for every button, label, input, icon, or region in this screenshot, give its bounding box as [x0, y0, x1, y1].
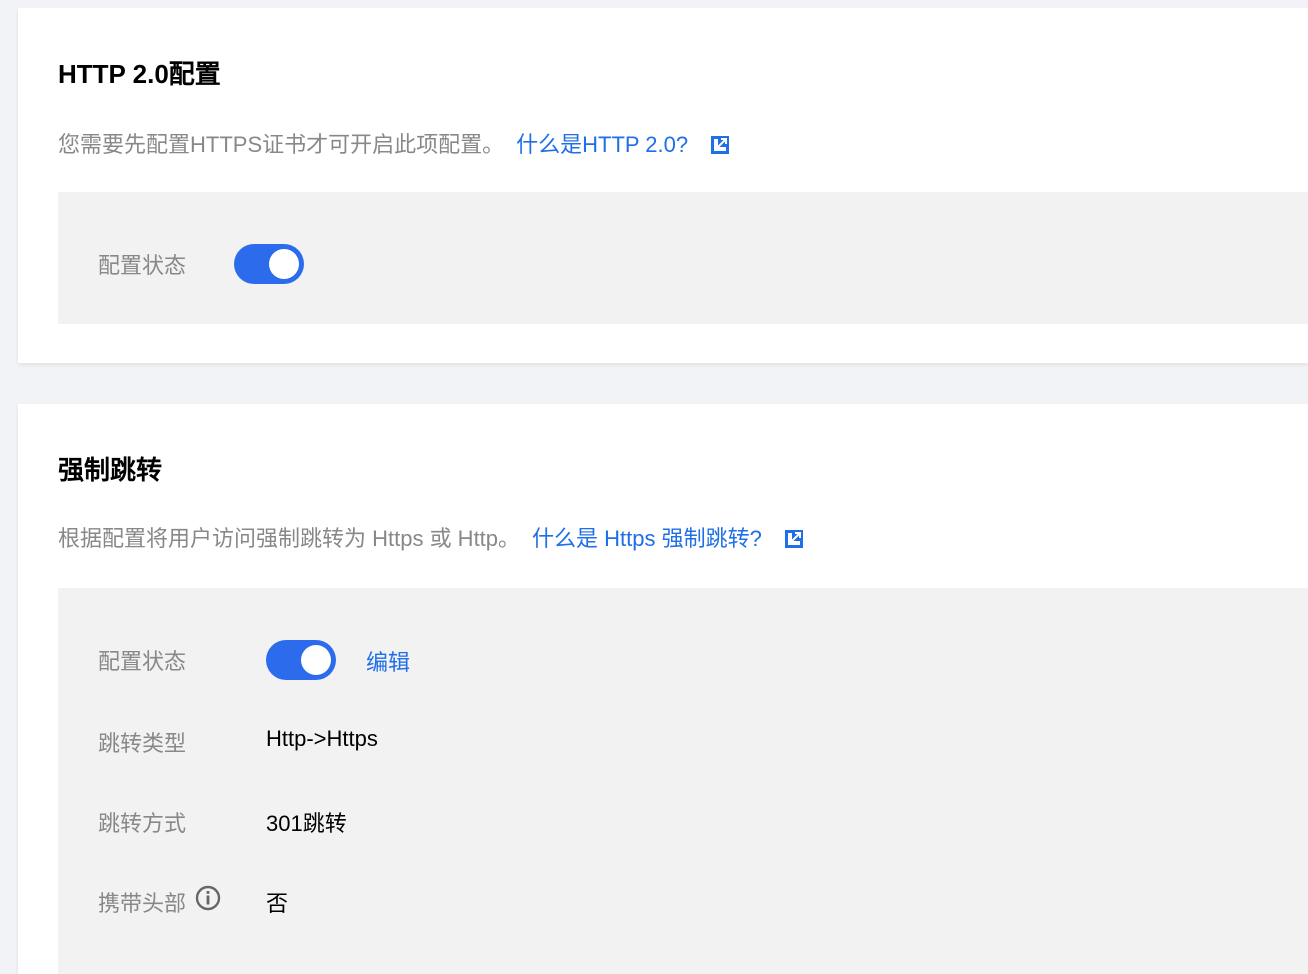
redirect-description: 根据配置将用户访问强制跳转为 Https 或 Http。 — [58, 526, 521, 551]
edit-link[interactable]: 编辑 — [366, 645, 410, 677]
redirect-type-label: 跳转类型 — [98, 731, 187, 756]
redirect-doc-link[interactable]: 什么是 Https 强制跳转? — [532, 526, 762, 551]
toggle-knob — [301, 645, 331, 675]
http2-status-label: 配置状态 — [98, 253, 187, 278]
redirect-status-label: 配置状态 — [98, 649, 187, 674]
http2-status-toggle[interactable] — [234, 244, 304, 284]
redirect-status-toggle[interactable] — [266, 640, 336, 680]
carry-headers-label: 携带头部 — [98, 891, 187, 916]
info-icon[interactable] — [195, 885, 221, 911]
http2-config-card: HTTP 2.0配置 您需要先配置HTTPS证书才可开启此项配置。 什么是HTTP… — [18, 8, 1308, 363]
redirect-method-value: 301跳转 — [266, 811, 347, 836]
redirect-method-label: 跳转方式 — [98, 811, 187, 836]
force-redirect-card: 强制跳转 根据配置将用户访问强制跳转为 Https 或 Http。 什么是 Htt… — [18, 404, 1308, 974]
http2-settings-panel: 配置状态 — [58, 192, 1308, 324]
redirect-type-row: 跳转类型 Http->Https — [58, 722, 1308, 762]
carry-headers-row: 携带头部 否 — [58, 882, 1308, 922]
toggle-knob — [269, 249, 299, 279]
redirect-method-row: 跳转方式 301跳转 — [58, 802, 1308, 842]
redirect-settings-panel: 配置状态 编辑 跳转类型 Http->Https 跳转方式 301跳转 携带头部… — [58, 588, 1308, 974]
redirect-type-value: Http->Https — [266, 726, 378, 751]
external-link-icon[interactable] — [710, 135, 730, 155]
redirect-title: 强制跳转 — [58, 455, 163, 485]
http2-status-row: 配置状态 — [58, 244, 1308, 284]
http2-doc-link[interactable]: 什么是HTTP 2.0? — [516, 132, 688, 157]
redirect-description-line: 根据配置将用户访问强制跳转为 Https 或 Http。 什么是 Https 强制… — [58, 524, 804, 554]
http2-title: HTTP 2.0配置 — [58, 59, 221, 89]
carry-headers-value: 否 — [266, 891, 289, 916]
http2-description-line: 您需要先配置HTTPS证书才可开启此项配置。 什么是HTTP 2.0? — [58, 130, 730, 160]
http2-description: 您需要先配置HTTPS证书才可开启此项配置。 — [58, 132, 505, 157]
external-link-icon[interactable] — [784, 529, 804, 549]
redirect-status-row: 配置状态 编辑 — [58, 640, 1308, 680]
